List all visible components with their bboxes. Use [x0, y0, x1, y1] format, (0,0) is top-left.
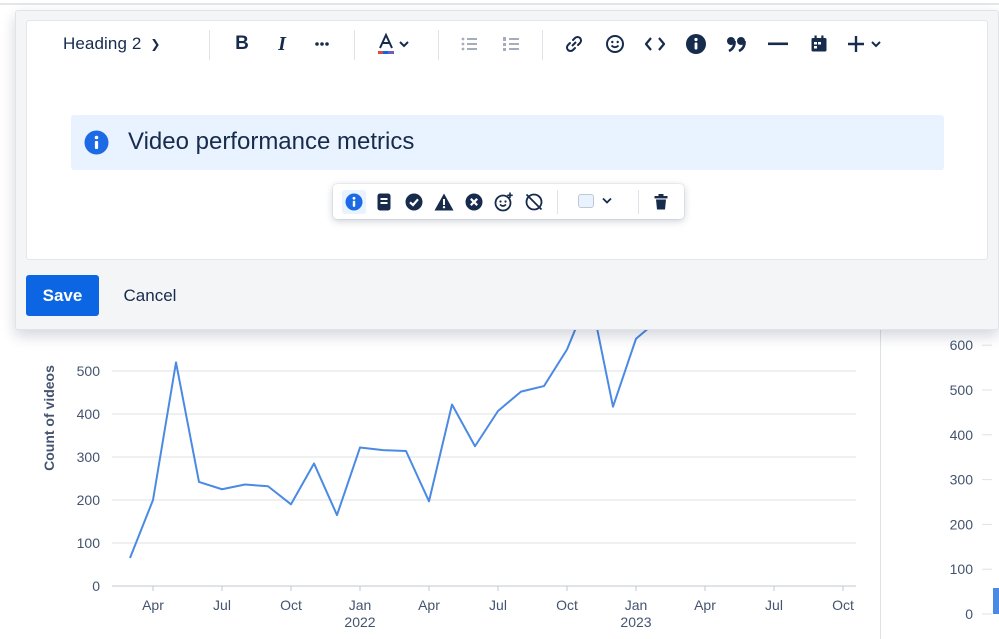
series-line: [129, 300, 660, 559]
x-tick-label: Oct: [832, 597, 854, 613]
numbered-list-button[interactable]: [499, 30, 523, 58]
warning-panel-icon: [434, 193, 454, 211]
numbered-list-icon: [503, 37, 519, 51]
video-count-line-chart: 0100200300400500 Apr Jul Oct Jan2022Apr Jul O…: [41, 300, 856, 630]
bullet-list-button[interactable]: [457, 30, 481, 58]
x-tick-year-label: 2022: [344, 614, 375, 630]
chevron-down-icon: ❯: [150, 37, 161, 51]
success-panel-type-button[interactable]: [402, 190, 426, 214]
chevron-down-icon: [602, 197, 612, 204]
info-panel[interactable]: Video performance metrics: [71, 115, 944, 170]
success-panel-icon: [405, 193, 423, 211]
text-color-button[interactable]: [373, 30, 415, 58]
info-icon: [84, 130, 109, 155]
italic-icon: I: [278, 32, 286, 55]
note-panel-icon: [377, 193, 391, 211]
info-panel-button[interactable]: [684, 30, 708, 58]
toolbar-separator: [542, 30, 543, 60]
heading-style-value: Heading 2: [63, 34, 142, 53]
y-tick-label: 400: [950, 427, 974, 443]
x-tick-label: Jul: [765, 597, 783, 613]
insert-icon: [848, 36, 881, 52]
y-tick-label: 300: [77, 449, 101, 465]
toolbar-separator: [438, 30, 439, 60]
y-tick-label: 500: [950, 382, 974, 398]
y-tick-label: 0: [965, 606, 973, 622]
x-tick-label: Jul: [489, 597, 507, 613]
x-tick-year-label: 2023: [620, 614, 651, 630]
cancel-button[interactable]: Cancel: [110, 275, 190, 316]
y-tick-label: 0: [92, 578, 100, 594]
link-icon: [565, 35, 583, 53]
x-tick-label: Apr: [418, 597, 440, 613]
x-tick-label: Oct: [556, 597, 578, 613]
emoji-icon: [606, 35, 624, 53]
panel-type-toolbar: [333, 184, 684, 219]
y-tick-label: 200: [77, 492, 101, 508]
x-tick-label: Oct: [280, 597, 302, 613]
quote-button[interactable]: [725, 30, 749, 58]
remove-emoji-button[interactable]: [522, 190, 546, 214]
info-panel-icon: [345, 193, 363, 211]
toolbar-separator: [354, 30, 355, 60]
toolbar-separator: [638, 190, 639, 214]
color-swatch: [578, 194, 594, 208]
bold-button[interactable]: B: [231, 30, 253, 58]
y-tick-label: 300: [950, 472, 974, 488]
emoji-button[interactable]: [603, 30, 627, 58]
x-tick-label: Jul: [213, 597, 231, 613]
more-icon: [315, 42, 329, 46]
code-icon: [644, 37, 666, 51]
heading-style-dropdown[interactable]: Heading 2 ❯: [63, 30, 161, 58]
warning-panel-type-button[interactable]: [432, 190, 456, 214]
toolbar-separator: [209, 30, 210, 60]
panel-heading[interactable]: Video performance metrics: [128, 128, 414, 156]
y-tick-label: 200: [950, 516, 974, 532]
date-button[interactable]: [807, 30, 831, 58]
more-formatting-button[interactable]: [311, 30, 333, 58]
divider-icon: [768, 42, 788, 46]
delete-panel-button[interactable]: [649, 190, 673, 214]
x-tick-label: Apr: [142, 597, 164, 613]
quote-icon: [727, 37, 746, 53]
bullet-list-icon: [461, 37, 477, 51]
delete-icon: [654, 194, 668, 210]
custom-emoji-icon: [494, 192, 513, 212]
y-tick-label: 400: [77, 406, 101, 422]
editor-content-area[interactable]: Heading 2 ❯ B I Video performance metric…: [26, 20, 988, 260]
date-icon: [811, 35, 827, 52]
top-divider: [0, 3, 999, 5]
x-tick-label: Apr: [694, 597, 716, 613]
page: 0 100 200 300 400 500 Apr Jul Oct Jan 2022 Apr Jul O…: [0, 0, 999, 639]
error-panel-type-button[interactable]: [462, 190, 486, 214]
bar: [993, 588, 999, 614]
y-tick-label: 100: [77, 535, 101, 551]
error-panel-icon: [465, 193, 483, 211]
bold-icon: B: [235, 33, 249, 54]
chart-divider: [880, 330, 881, 639]
editor-popup: Heading 2 ❯ B I Video performance metric…: [15, 10, 999, 330]
y-axis-label: Count of videos: [41, 365, 57, 471]
save-button[interactable]: Save: [26, 275, 99, 316]
y-tick-label: 600: [950, 337, 974, 353]
side-bar-chart: 0 100 200 300 400 500 600: [950, 337, 999, 622]
x-tick-label: Jan: [349, 597, 372, 613]
info-panel-type-button[interactable]: [342, 190, 366, 214]
italic-button[interactable]: I: [271, 30, 293, 58]
x-tick-label: Jan: [625, 597, 648, 613]
y-tick-label: 100: [950, 561, 974, 577]
insert-more-button[interactable]: [845, 30, 889, 58]
info-icon: [686, 34, 706, 54]
editor-toolbar: Heading 2 ❯ B I: [27, 21, 987, 67]
text-color-icon: [378, 32, 409, 54]
y-tick-label: 500: [77, 363, 101, 379]
remove-emoji-icon: [525, 193, 543, 211]
code-button[interactable]: [643, 30, 667, 58]
link-button[interactable]: [562, 30, 586, 58]
divider-button[interactable]: [766, 30, 790, 58]
toolbar-separator: [557, 190, 558, 214]
note-panel-type-button[interactable]: [372, 190, 396, 214]
custom-emoji-button[interactable]: [492, 190, 516, 214]
